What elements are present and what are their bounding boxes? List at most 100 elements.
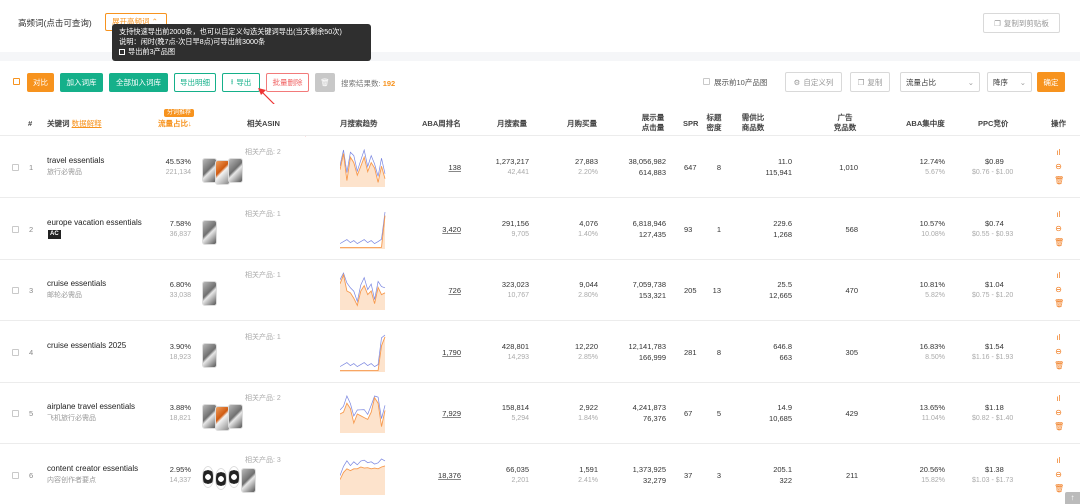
keyword-text[interactable]: europe vacation essentials: [47, 218, 142, 228]
supply-ratio: 14.9: [777, 403, 792, 412]
more-icon[interactable]: ⊖: [1054, 470, 1063, 479]
copy-clipboard-button[interactable]: ❐ 复制到剪贴板: [983, 13, 1060, 33]
bar-chart-icon[interactable]: ıl: [1054, 333, 1063, 342]
row-checkbox[interactable]: [12, 348, 19, 356]
bar-chart-icon[interactable]: ıl: [1054, 148, 1063, 157]
monthly-buy-rate: 2.85%: [578, 353, 598, 361]
keyword-text[interactable]: cruise essentials 2025: [47, 341, 126, 351]
product-thumbnail[interactable]: [228, 465, 240, 488]
add-all-lib-button[interactable]: 全部加入词库: [109, 73, 168, 92]
trend-sparkline[interactable]: [340, 395, 386, 433]
row-actions: ıl ⊖ 🗑: [1054, 210, 1064, 250]
delete-icon[interactable]: 🗑: [1054, 299, 1064, 308]
aba-rank[interactable]: 18,376: [420, 471, 461, 481]
keyword-text[interactable]: content creator essentials: [47, 464, 138, 474]
related-products[interactable]: 相关产品: 2: [245, 148, 281, 158]
monthly-buy: 12,220: [575, 341, 598, 351]
delete-icon[interactable]: 🗑: [1054, 484, 1064, 493]
trend-sparkline[interactable]: [340, 211, 386, 249]
bar-chart-icon[interactable]: ıl: [1054, 394, 1063, 403]
result-count-value: 192: [382, 79, 396, 88]
row-checkbox[interactable]: [12, 287, 19, 294]
bar-chart-icon[interactable]: ıl: [1054, 210, 1063, 219]
tooltip-option[interactable]: 导出前3产品图: [119, 47, 364, 57]
result-count-label: 搜索结果数:: [341, 79, 381, 88]
delete-icon[interactable]: 🗑: [1054, 422, 1064, 431]
aba-rank[interactable]: 7,929: [420, 409, 461, 419]
custom-columns-button[interactable]: ⚙ 自定义列: [785, 72, 842, 92]
monthly-buy-rate: 2.41%: [578, 476, 598, 484]
related-products[interactable]: 相关产品: 1: [245, 210, 281, 220]
aba-concentration: 10.81%: [919, 280, 945, 289]
aba-rank[interactable]: 3,420: [420, 225, 461, 235]
confirm-button[interactable]: 确定: [1037, 72, 1065, 92]
delete-icon[interactable]: 🗑: [1054, 176, 1064, 185]
aba-concentration: 20.56%: [919, 464, 945, 474]
delete-icon[interactable]: 🗑: [1054, 361, 1064, 370]
trend-sparkline[interactable]: [340, 149, 386, 187]
trend-area: [340, 465, 385, 495]
more-icon[interactable]: ⊖: [1054, 285, 1063, 294]
related-products[interactable]: 相关产品: 1: [245, 333, 281, 343]
ppc-bid: $0.89: [985, 157, 1004, 166]
tooltip-option-checkbox[interactable]: [119, 49, 125, 55]
trend-sparkline[interactable]: [340, 272, 386, 310]
delete-icon[interactable]: 🗑: [1054, 238, 1064, 247]
ppc-bid: $1.04: [985, 280, 1004, 289]
product-thumbnail[interactable]: [228, 404, 243, 429]
product-thumbnail[interactable]: [202, 465, 214, 488]
product-thumbnail[interactable]: [215, 467, 227, 490]
data-explain-link[interactable]: 数据解释: [72, 119, 102, 128]
col-share[interactable]: 流量占比↓: [158, 119, 192, 129]
row-actions: ıl ⊖ 🗑: [1054, 333, 1064, 373]
add-lib-button[interactable]: 加入词库: [60, 73, 103, 92]
product-thumbnail[interactable]: [228, 158, 243, 183]
col-trend: 月搜索趋势: [340, 119, 378, 128]
aba-rank[interactable]: 726: [420, 286, 461, 296]
related-products[interactable]: 相关产品: 3: [245, 456, 281, 466]
page-root: 高频词(点击可查询) 展开高频词 ⌃ ❐ 复制到剪贴板 对比 加入词库 全部加入词…: [0, 0, 1080, 504]
keyword-text[interactable]: airplane travel essentials: [47, 402, 135, 412]
product-thumbnail[interactable]: [202, 219, 217, 245]
related-products[interactable]: 相关产品: 1: [245, 271, 281, 281]
more-icon[interactable]: ⊖: [1054, 347, 1063, 356]
bar-chart-icon[interactable]: ıl: [1054, 456, 1063, 465]
share-count: 221,134: [165, 169, 191, 176]
monthly-buy: 9,044: [579, 280, 598, 289]
trend-sparkline[interactable]: [340, 334, 386, 372]
select-all-checkbox[interactable]: [13, 78, 20, 85]
table-row: 2 europe vacation essentials AC 7.58% 36,837…: [0, 198, 1080, 260]
more-icon[interactable]: ⊖: [1054, 162, 1063, 171]
copy-label: 复制: [867, 77, 883, 87]
row-checkbox[interactable]: [12, 410, 19, 417]
more-icon[interactable]: ⊖: [1054, 408, 1063, 417]
sort-order-select[interactable]: 降序 ⌄: [987, 72, 1032, 92]
export-detail-button[interactable]: 导出明细: [174, 73, 216, 92]
keyword-text[interactable]: cruise essentials: [47, 279, 106, 289]
keyword-text[interactable]: travel essentials: [47, 156, 104, 166]
row-actions: ıl ⊖ 🗑: [1054, 456, 1064, 496]
aba-rank[interactable]: 138: [420, 163, 461, 173]
copy-button[interactable]: ❐ 复制: [850, 72, 890, 92]
sort-field-select[interactable]: 流量占比 ⌄: [900, 72, 980, 92]
goods-count: 1,268: [773, 229, 792, 239]
trend-line: [340, 336, 386, 371]
aba-rank[interactable]: 1,790: [420, 348, 461, 358]
bar-chart-icon[interactable]: ıl: [1054, 271, 1063, 280]
spr-value: 647: [684, 163, 697, 172]
related-products[interactable]: 相关产品: 2: [245, 394, 281, 404]
more-icon[interactable]: ⊖: [1054, 224, 1063, 233]
scroll-top-button[interactable]: ↑: [1065, 492, 1080, 504]
show-top10-checkbox[interactable]: [703, 78, 710, 85]
ac-badge: AC: [48, 229, 61, 239]
trash-button[interactable]: 🗑: [315, 73, 335, 92]
product-thumbnail[interactable]: [241, 467, 256, 493]
row-checkbox[interactable]: [12, 164, 19, 171]
trend-sparkline[interactable]: [340, 457, 386, 495]
row-checkbox[interactable]: [12, 225, 19, 233]
product-thumbnail[interactable]: [202, 281, 217, 306]
col-monthly-buy: 月购买量: [567, 119, 597, 128]
product-thumbnail[interactable]: [202, 342, 217, 368]
row-checkbox[interactable]: [12, 471, 19, 479]
compare-button[interactable]: 对比: [27, 73, 54, 92]
